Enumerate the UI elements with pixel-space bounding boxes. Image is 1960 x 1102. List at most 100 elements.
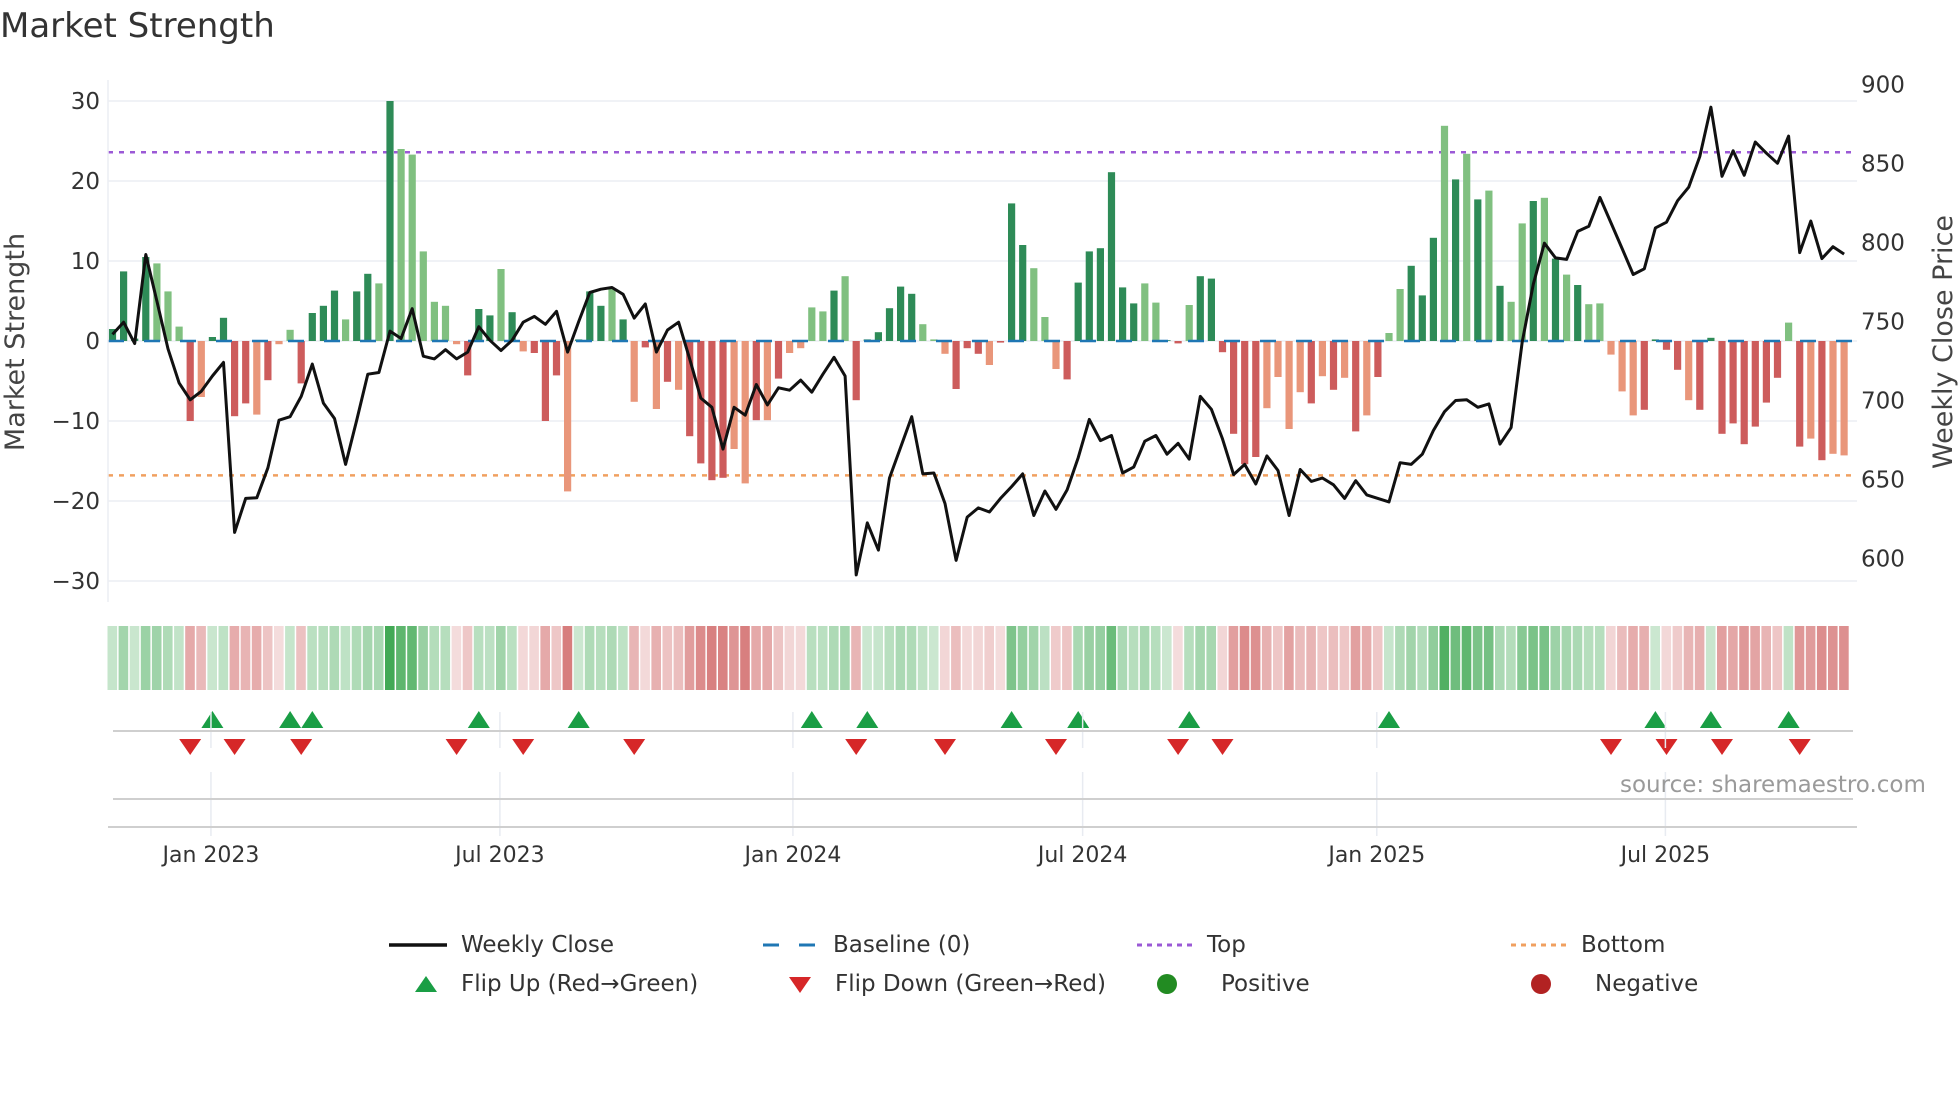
flip-up-marker (800, 711, 823, 728)
negative-strength-bar (1629, 341, 1637, 416)
positive-strength-bar (497, 269, 505, 341)
heat-strip-cell (118, 626, 129, 690)
negative-strength-bar (530, 341, 538, 353)
heat-strip-cell (396, 626, 406, 690)
heat-strip-cell (1328, 626, 1339, 690)
flip-down-marker (1600, 739, 1622, 755)
heat-strip-cell (773, 626, 784, 690)
x-tick-label: Jul 2025 (1619, 843, 1711, 868)
legend: Weekly Close Baseline (0) Top Bottom Fli… (0, 928, 1960, 1008)
heat-strip-cell (795, 626, 806, 690)
positive-strength-bar (364, 273, 372, 341)
heat-strip-cell (662, 626, 673, 690)
positive-strength-bar (597, 305, 605, 341)
negative-strength-bar (663, 341, 672, 382)
heat-strip-cell (829, 626, 839, 690)
positive-strength-bar (830, 290, 838, 341)
negative-strength-bar (1607, 341, 1615, 355)
negative-strength-bar (1218, 341, 1227, 353)
negative-strength-bar (719, 341, 727, 478)
heat-strip-cell (562, 626, 573, 690)
positive-strength-bar (441, 305, 450, 341)
heat-strip-cell (1384, 626, 1394, 690)
y2-tick-label: 750 (1861, 309, 1905, 335)
negative-strength-bar (231, 341, 239, 417)
x-tick-label: Jul 2024 (1036, 843, 1128, 868)
negative-strength-bar (1685, 341, 1693, 401)
heat-strip-cell (529, 626, 539, 690)
heat-strip-cell (1417, 626, 1427, 690)
legend-negative[interactable]: Negative (1527, 967, 1698, 1001)
negative-strength-bar (1751, 341, 1759, 427)
legend-label: Positive (1221, 971, 1310, 997)
positive-strength-bar (1041, 317, 1049, 341)
flip-up-marker (467, 711, 490, 728)
strength-bars (108, 101, 1848, 492)
heat-strip-cell (740, 626, 750, 690)
negative-strength-bar (1307, 341, 1315, 404)
negative-strength-bar (1241, 341, 1249, 465)
positive-strength-bar (1596, 303, 1604, 341)
positive-strength-bar (1429, 237, 1437, 341)
legend-positive[interactable]: Positive (1153, 967, 1310, 1001)
legend-baseline[interactable]: Baseline (0) (763, 928, 970, 962)
negative-strength-bar (752, 341, 760, 421)
positive-strength-bar (1707, 337, 1715, 341)
flip-down-marker (1167, 739, 1190, 755)
heat-strip-cell (551, 626, 562, 690)
legend-flip-down[interactable]: Flip Down (Green→Red) (779, 967, 1106, 1001)
negative-strength-bar (1640, 341, 1648, 410)
legend-top[interactable]: Top (1137, 928, 1246, 962)
heat-strip-cell (1395, 626, 1405, 690)
negative-strength-bar (941, 341, 949, 354)
solid-line-icon (389, 943, 447, 947)
heat-strip-cell (218, 626, 229, 690)
negative-strength-bar (1252, 341, 1260, 457)
negative-strength-bar (519, 341, 527, 352)
heat-strip-cell (584, 626, 595, 690)
heat-strip-cell (1361, 626, 1372, 690)
y-tick-label: 10 (71, 249, 100, 275)
heat-strip-cell (817, 626, 828, 690)
positive-strength-bar (430, 301, 438, 341)
heat-strip-cell (1095, 626, 1105, 690)
heat-strip-cell (1139, 626, 1150, 690)
negative-strength-bar (952, 341, 960, 389)
heat-strip-cell (1062, 626, 1072, 690)
negative-strength-bar (641, 341, 649, 348)
heat-strip-cell (862, 626, 872, 690)
heat-strip-cell (207, 626, 217, 690)
heat-strip-cell (1195, 626, 1205, 690)
legend-label: Flip Down (Green→Red) (835, 971, 1106, 997)
legend-weekly-close[interactable]: Weekly Close (389, 928, 614, 962)
heat-strip-cell (1295, 626, 1305, 690)
heat-strip-cell (706, 626, 717, 690)
heat-strip-cell (718, 626, 728, 690)
heat-strip-cell (1561, 626, 1572, 690)
positive-strength-bar (1507, 301, 1515, 341)
flip-down-marker (845, 739, 868, 755)
legend-flip-up[interactable]: Flip Up (Red→Green) (405, 967, 698, 1001)
flip-down-marker (934, 739, 956, 755)
heat-strip-cell (1828, 626, 1838, 690)
legend-bottom[interactable]: Bottom (1511, 928, 1665, 962)
positive-strength-bar (208, 337, 216, 341)
heat-strip-cell (1006, 626, 1017, 690)
heat-strip-cell (362, 626, 373, 690)
y2-tick-label: 800 (1861, 230, 1905, 256)
negative-strength-bar (1174, 341, 1182, 344)
negative-strength-bar (675, 341, 683, 390)
heat-strip-cell (163, 626, 173, 690)
flip-up-marker (1699, 711, 1722, 728)
negative-strength-bar (1740, 341, 1748, 445)
heat-strip-cell (573, 626, 584, 690)
negative-strength-bar (763, 341, 771, 421)
flip-up-marker (1777, 711, 1800, 728)
flip-down-marker (1211, 739, 1234, 755)
heat-strip-cell (1705, 626, 1716, 690)
flip-down-marker (445, 739, 468, 755)
heat-strip-cell (917, 626, 928, 690)
positive-strength-bar (1418, 295, 1426, 341)
heat-strip-cell (1816, 626, 1827, 690)
triangle-up-icon (415, 976, 437, 992)
